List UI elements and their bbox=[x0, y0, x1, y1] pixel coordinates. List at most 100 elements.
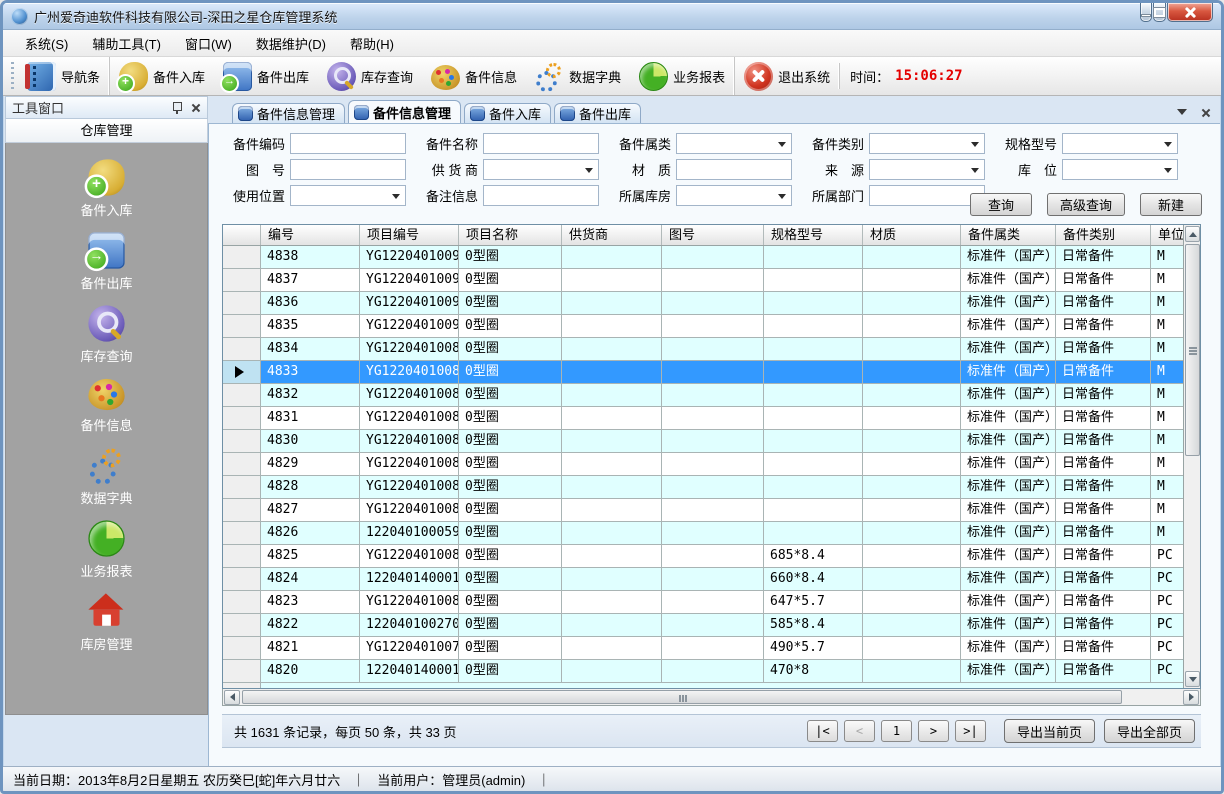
close-icon[interactable] bbox=[1201, 108, 1211, 118]
toolbar-button[interactable]: 库存查询 bbox=[318, 57, 422, 95]
toolbar-button[interactable]: 备件信息 bbox=[422, 57, 526, 95]
next-page-button[interactable]: > bbox=[918, 720, 949, 742]
tab[interactable]: 备件出库 bbox=[554, 103, 641, 123]
menu-item[interactable]: 辅助工具(T) bbox=[80, 31, 173, 56]
close-icon[interactable] bbox=[1167, 3, 1213, 22]
maximize-icon[interactable] bbox=[1153, 3, 1166, 22]
toolbar: 导航条 备件入库 备件出库 库存查询 bbox=[3, 57, 1221, 96]
search-field-input[interactable] bbox=[676, 185, 792, 206]
pin-icon[interactable] bbox=[172, 102, 181, 114]
menu-item[interactable]: 系统(S) bbox=[13, 31, 80, 56]
advanced-query-button[interactable]: 高级查询 bbox=[1047, 193, 1125, 216]
search-field-input[interactable] bbox=[1062, 159, 1178, 180]
last-page-button[interactable]: >| bbox=[955, 720, 986, 742]
search-field-input[interactable] bbox=[483, 185, 599, 206]
horizontal-scrollbar[interactable] bbox=[222, 689, 1201, 706]
table-row[interactable]: 4830 YG12204010085 0型圈 标准件（国产） 日常备件 bbox=[223, 430, 1185, 453]
column-header[interactable]: 项目编号 bbox=[360, 225, 459, 245]
sidebar-item[interactable]: 业务报表 bbox=[80, 520, 132, 580]
query-button[interactable]: 查询 bbox=[970, 193, 1032, 216]
search-field-input[interactable] bbox=[483, 133, 599, 154]
tab[interactable]: 备件信息管理 bbox=[348, 100, 461, 123]
table-row[interactable]: 4829 YG12204010084 0型圈 标准件（国产） 日常备件 bbox=[223, 453, 1185, 476]
search-field-input[interactable] bbox=[676, 159, 792, 180]
menu-item[interactable]: 窗口(W) bbox=[173, 31, 244, 56]
tab[interactable]: 备件信息管理 bbox=[232, 103, 345, 123]
toolbar-grip[interactable] bbox=[11, 62, 14, 90]
new-button[interactable]: 新建 bbox=[1140, 193, 1202, 216]
search-field-input[interactable] bbox=[483, 159, 599, 180]
table-row[interactable]: 4831 YG12204010086 0型圈 标准件（国产） 日常备件 bbox=[223, 407, 1185, 430]
first-page-button[interactable]: |< bbox=[807, 720, 838, 742]
sidebar-item[interactable]: 库房管理 bbox=[80, 593, 132, 653]
row-indicator bbox=[223, 430, 261, 453]
sidebar-item[interactable]: 备件出库 bbox=[80, 232, 132, 292]
table-row[interactable]: 4826 1220401000599 0型圈 标准件（国产） 日常备件 bbox=[223, 522, 1185, 545]
close-icon[interactable] bbox=[191, 103, 201, 113]
column-header[interactable]: 材质 bbox=[863, 225, 961, 245]
page-number-box[interactable]: 1 bbox=[881, 720, 912, 742]
toolbar-button[interactable]: 数据字典 bbox=[526, 57, 630, 95]
table-row[interactable]: 4833 YG12204010088 0型圈 标准件（国产） 日常备件 bbox=[223, 361, 1185, 384]
toolbar-button[interactable]: 退出系统 bbox=[734, 57, 839, 95]
chevron-down-icon[interactable] bbox=[1177, 109, 1187, 120]
cell-material bbox=[863, 522, 961, 545]
table-row[interactable]: 4827 YG12204010082 0型圈 标准件（国产） 日常备件 bbox=[223, 499, 1185, 522]
minimize-icon[interactable] bbox=[1140, 3, 1152, 22]
table-row[interactable]: 4822 1220401002700 0型圈 585*8.4 标准件（国产） bbox=[223, 614, 1185, 637]
table-row[interactable]: 4824 1220401400012 0型圈 660*8.4 标准件（国产） bbox=[223, 568, 1185, 591]
table-row[interactable]: 4821 YG12204010079 0型圈 490*5.7 标准件（国产） bbox=[223, 637, 1185, 660]
sidebar-section-header[interactable]: 仓库管理 bbox=[5, 119, 208, 143]
tab[interactable]: 备件入库 bbox=[464, 103, 551, 123]
scroll-left-icon[interactable] bbox=[224, 690, 240, 705]
table-row[interactable]: 4836 YG12204010091 0型圈 标准件（国产） 日常备件 bbox=[223, 292, 1185, 315]
search-field-input[interactable] bbox=[290, 133, 406, 154]
sidebar-item[interactable]: 数据字典 bbox=[80, 447, 132, 507]
horizontal-scroll-thumb[interactable] bbox=[242, 690, 1122, 704]
cell-spec: 585*8.4 bbox=[764, 614, 863, 637]
search-field-input[interactable] bbox=[869, 133, 985, 154]
minimize-icon bbox=[1141, 14, 1151, 17]
export-current-page-button[interactable]: 导出当前页 bbox=[1004, 719, 1095, 743]
scroll-right-icon[interactable] bbox=[1183, 690, 1199, 705]
search-field-input[interactable] bbox=[676, 133, 792, 154]
table-row[interactable]: 4823 YG12204010080 0型圈 647*5.7 标准件（国产） bbox=[223, 591, 1185, 614]
toolbar-button[interactable]: 业务报表 bbox=[630, 57, 734, 95]
sidebar-item[interactable]: 备件入库 bbox=[80, 159, 132, 219]
search-field-input[interactable] bbox=[290, 185, 406, 206]
toolbar-button[interactable]: 导航条 bbox=[18, 57, 109, 95]
search-field-input[interactable] bbox=[869, 185, 985, 206]
prev-page-button[interactable]: < bbox=[844, 720, 875, 742]
scroll-up-icon[interactable] bbox=[1185, 226, 1200, 242]
sidebar-item[interactable]: 备件信息 bbox=[80, 378, 132, 434]
cell-unit: PC bbox=[1151, 591, 1185, 614]
column-header[interactable]: 单位 bbox=[1151, 225, 1185, 245]
column-header[interactable]: 项目名称 bbox=[459, 225, 562, 245]
search-field-input[interactable] bbox=[290, 159, 406, 180]
menu-item[interactable]: 数据维护(D) bbox=[244, 31, 338, 56]
menu-item[interactable]: 帮助(H) bbox=[338, 31, 406, 56]
search-field-input[interactable] bbox=[869, 159, 985, 180]
table-row[interactable]: 4832 YG12204010087 0型圈 标准件（国产） 日常备件 bbox=[223, 384, 1185, 407]
toolbar-button[interactable]: 备件出库 bbox=[214, 57, 318, 95]
table-row[interactable]: 4834 YG12204010089 0型圈 标准件（国产） 日常备件 bbox=[223, 338, 1185, 361]
table-row[interactable]: 4835 YG12204010090 0型圈 标准件（国产） 日常备件 bbox=[223, 315, 1185, 338]
vertical-scroll-thumb[interactable] bbox=[1185, 244, 1200, 456]
sidebar-item[interactable]: 库存查询 bbox=[80, 305, 132, 365]
column-header[interactable]: 编号 bbox=[261, 225, 360, 245]
column-header[interactable]: 备件类别 bbox=[1056, 225, 1151, 245]
table-row[interactable]: 4825 YG12204010081 0型圈 685*8.4 标准件（国产） bbox=[223, 545, 1185, 568]
table-row[interactable]: 4828 YG12204010083 0型圈 标准件（国产） 日常备件 bbox=[223, 476, 1185, 499]
table-row[interactable]: 4820 1220401400013 0型圈 470*8 标准件（国产） bbox=[223, 660, 1185, 683]
toolbar-button[interactable]: 备件入库 bbox=[109, 57, 214, 95]
search-field-input[interactable] bbox=[1062, 133, 1178, 154]
column-header[interactable]: 备件属类 bbox=[961, 225, 1056, 245]
column-header[interactable]: 供货商 bbox=[562, 225, 662, 245]
column-header[interactable]: 规格型号 bbox=[764, 225, 863, 245]
scroll-down-icon[interactable] bbox=[1185, 671, 1200, 687]
table-row[interactable]: 4837 YG12204010092 0型圈 标准件（国产） 日常备件 bbox=[223, 269, 1185, 292]
column-header[interactable]: 图号 bbox=[662, 225, 764, 245]
export-all-pages-button[interactable]: 导出全部页 bbox=[1104, 719, 1195, 743]
table-row[interactable]: 4838 YG12204010093 0型圈 标准件（国产） 日常备件 bbox=[223, 246, 1185, 269]
vertical-scrollbar[interactable] bbox=[1183, 225, 1200, 688]
